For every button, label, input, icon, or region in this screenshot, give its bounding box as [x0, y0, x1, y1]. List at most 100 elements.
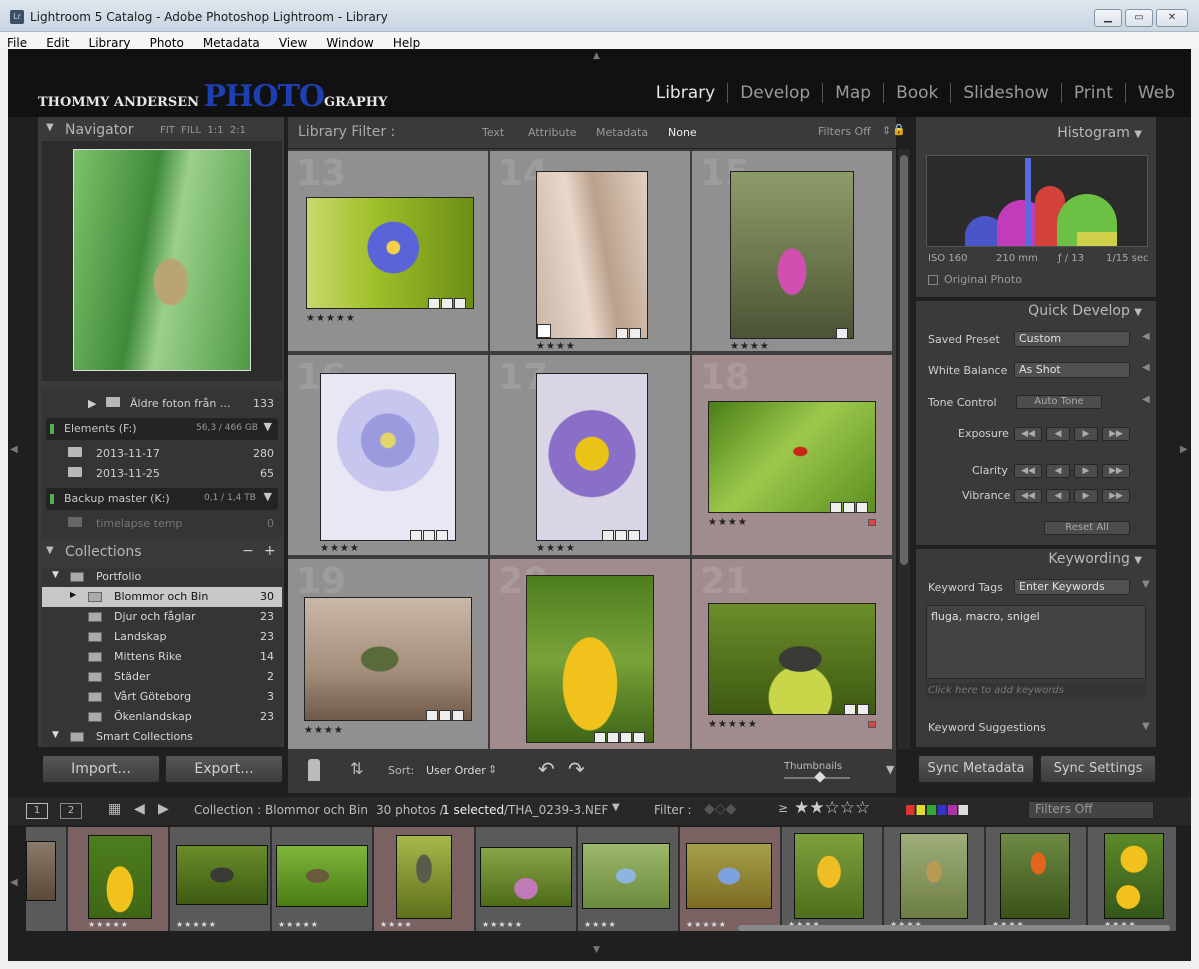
- filmstrip-thumbnail[interactable]: [900, 833, 968, 919]
- exposure-decrease[interactable]: ◀: [1046, 427, 1070, 441]
- collection-item[interactable]: Landskap 23: [42, 627, 282, 647]
- zoom-fit[interactable]: FIT: [160, 125, 175, 136]
- exposure-increase[interactable]: ▶: [1074, 427, 1098, 441]
- filmstrip-cell[interactable]: ★★★★: [782, 827, 882, 931]
- zoom-fill[interactable]: FILL: [181, 125, 201, 136]
- star-rating[interactable]: ★★★★: [320, 543, 360, 554]
- clarity-decrease[interactable]: ◀: [1046, 464, 1070, 478]
- export-button[interactable]: Export...: [165, 755, 283, 783]
- saved-preset-select[interactable]: Custom: [1014, 331, 1130, 347]
- collection-item[interactable]: Städer 2: [42, 667, 282, 687]
- sync-metadata-button[interactable]: Sync Metadata: [918, 755, 1034, 783]
- collapse-icon[interactable]: ▼: [1134, 555, 1142, 566]
- module-slideshow[interactable]: Slideshow: [950, 83, 1061, 103]
- collapse-top-icon[interactable]: ▲: [593, 51, 600, 61]
- chevron-down-icon[interactable]: ▼: [612, 802, 620, 813]
- forward-arrow-icon[interactable]: ▶: [158, 801, 169, 817]
- rotate-right-icon[interactable]: ↷: [568, 757, 585, 781]
- expand-icon[interactable]: ▼: [52, 570, 59, 580]
- filter-tab-text[interactable]: Text: [482, 126, 504, 139]
- volume-bar[interactable]: Elements (F:) 56,3 / 466 GB ▼: [46, 418, 278, 440]
- collection-item[interactable]: ▶ Blommor och Bin 30: [42, 587, 282, 607]
- grid-cell[interactable]: 15 ★★★★: [692, 151, 892, 352]
- zoom-2-1[interactable]: 2:1: [230, 125, 246, 136]
- folder-row[interactable]: 2013-11-17 280: [46, 444, 282, 464]
- vibrance-increase[interactable]: ▶: [1074, 489, 1098, 503]
- filmstrip-thumbnail[interactable]: [686, 843, 772, 909]
- module-library[interactable]: Library: [644, 83, 727, 103]
- collapse-icon[interactable]: ▼: [1134, 129, 1142, 140]
- grid-cell[interactable]: 13 ★★★★★: [288, 151, 488, 351]
- volume-menu-icon[interactable]: ▼: [264, 420, 272, 433]
- grid-cell[interactable]: 18 ★★★★: [692, 355, 892, 555]
- folder-row[interactable]: timelapse temp 0: [46, 514, 282, 534]
- star-rating[interactable]: ★★★★: [536, 543, 576, 554]
- sort-select[interactable]: User Order: [426, 764, 486, 777]
- grid-cell[interactable]: 19 ★★★★: [288, 559, 488, 759]
- left-panel-toggle-icon[interactable]: ◀: [10, 444, 18, 455]
- white-balance-select[interactable]: As Shot: [1014, 362, 1130, 378]
- filmstrip-thumbnail[interactable]: [582, 843, 670, 909]
- filmstrip-thumbnail[interactable]: [276, 845, 368, 907]
- filmstrip-cell[interactable]: ★★★★: [1088, 827, 1176, 931]
- add-keywords-field[interactable]: Click here to add keywords: [926, 683, 1146, 699]
- filmstrip-thumbnail[interactable]: [176, 845, 268, 905]
- histogram-header[interactable]: Histogram ▼: [1057, 125, 1142, 141]
- filmstrip-cell[interactable]: ★★★★★: [476, 827, 576, 931]
- filter-tab-metadata[interactable]: Metadata: [596, 126, 648, 139]
- expand-left-icon[interactable]: ◀: [1142, 394, 1150, 405]
- grid-cell[interactable]: 20: [490, 559, 690, 759]
- color-label-filter[interactable]: [906, 805, 968, 815]
- collapse-bottom-icon[interactable]: ▼: [593, 945, 600, 955]
- grid-view-icon[interactable]: ▦: [108, 801, 121, 817]
- collapse-icon[interactable]: ▼: [1142, 579, 1150, 590]
- module-develop[interactable]: Develop: [727, 83, 823, 103]
- keyword-tags-select[interactable]: Enter Keywords: [1014, 579, 1130, 595]
- photo-thumbnail[interactable]: [708, 401, 876, 513]
- filmstrip-cell[interactable]: [26, 827, 66, 931]
- filmstrip-thumbnail[interactable]: [396, 835, 452, 919]
- keywording-header[interactable]: Keywording ▼: [1048, 551, 1142, 567]
- filmstrip-cell[interactable]: ★★★★: [986, 827, 1086, 931]
- navigator-collapse-icon[interactable]: ▼: [46, 122, 54, 133]
- collections-collapse-icon[interactable]: ▼: [46, 545, 54, 556]
- minimize-button[interactable]: ▁: [1094, 9, 1122, 27]
- rotate-left-icon[interactable]: ↶: [538, 757, 555, 781]
- module-book[interactable]: Book: [883, 83, 951, 103]
- filmstrip-source[interactable]: Collection : Blommor och Bin: [194, 803, 368, 817]
- collection-set-smart[interactable]: ▼ Smart Collections: [42, 727, 282, 747]
- filter-presets[interactable]: Filters Off: [818, 125, 871, 138]
- filmstrip-cell[interactable]: ★★★★★: [272, 827, 372, 931]
- sync-settings-button[interactable]: Sync Settings: [1040, 755, 1156, 783]
- keywords-textarea[interactable]: fluga, macro, snigel: [926, 605, 1146, 679]
- photo-thumbnail[interactable]: [320, 373, 456, 541]
- module-web[interactable]: Web: [1124, 83, 1187, 103]
- collection-item[interactable]: Ökenlandskap 23: [42, 707, 282, 727]
- zoom-1-1[interactable]: 1:1: [207, 125, 223, 136]
- photo-thumbnail[interactable]: [304, 597, 472, 721]
- expand-icon[interactable]: ▼: [52, 730, 59, 740]
- chevron-updown-icon[interactable]: ⇕: [882, 124, 891, 137]
- star-rating[interactable]: ★★★★★: [708, 719, 758, 730]
- main-window-button[interactable]: 1: [26, 803, 48, 819]
- filmstrip-cell[interactable]: ★★★★: [578, 827, 678, 931]
- photo-thumbnail[interactable]: [526, 575, 654, 743]
- grid-scrollbar-thumb[interactable]: [900, 155, 908, 565]
- folder-row[interactable]: 2013-11-25 65: [46, 464, 282, 484]
- navigator-image[interactable]: [73, 149, 251, 371]
- vibrance-increase-large[interactable]: ▶▶: [1102, 489, 1130, 503]
- star-rating[interactable]: ★★★★: [536, 341, 576, 352]
- exposure-increase-large[interactable]: ▶▶: [1102, 427, 1130, 441]
- back-arrow-icon[interactable]: ◀: [134, 801, 145, 817]
- thumbnail-size-slider-thumb[interactable]: [814, 771, 826, 783]
- collapse-icon[interactable]: ▼: [1142, 721, 1150, 732]
- import-button[interactable]: Import...: [42, 755, 160, 783]
- add-collection-button[interactable]: +: [264, 543, 276, 559]
- folder-row[interactable]: ▶ Äldre foton från ... 133: [46, 394, 282, 414]
- filmstrip-thumbnail[interactable]: [480, 847, 572, 907]
- filmstrip-scrollbar-thumb[interactable]: [738, 925, 1170, 931]
- collection-expand-icon[interactable]: ▶: [70, 590, 76, 599]
- photo-thumbnail[interactable]: [730, 171, 854, 339]
- folder-expand-icon[interactable]: ▶: [88, 397, 96, 410]
- vibrance-decrease[interactable]: ◀: [1046, 489, 1070, 503]
